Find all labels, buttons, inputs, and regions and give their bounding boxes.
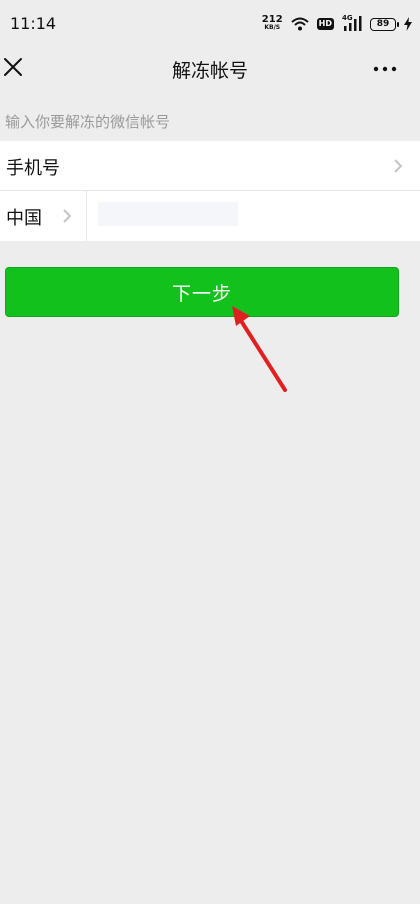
nav-bar: 解冻帐号: [0, 50, 420, 88]
divider: [86, 191, 87, 241]
bolt-icon: [404, 17, 412, 31]
country-selector[interactable]: 中国: [0, 191, 86, 241]
form-hint: 输入你要解冻的微信帐号: [5, 113, 171, 131]
country-label: 中国: [6, 208, 42, 229]
account-type-row[interactable]: 手机号: [0, 141, 420, 191]
net-speed-value: 212: [261, 14, 283, 25]
account-form: 手机号 中国: [0, 141, 420, 241]
annotation-arrow-icon: [232, 306, 287, 392]
status-icons: 212 KB/S HD 4G 89: [262, 14, 412, 34]
more-dots-icon[interactable]: [372, 56, 398, 82]
net-speed-unit: KB/S: [264, 24, 281, 31]
chevron-right-icon: [63, 209, 72, 223]
phone-row: 中国: [0, 191, 420, 241]
status-time: 11:14: [10, 14, 57, 33]
account-type-label: 手机号: [6, 158, 60, 179]
signal-icon: 4G: [342, 14, 362, 32]
net-speed: 212 KB/S: [261, 14, 283, 32]
status-bar: 11:14 212 KB/S HD 4G 89: [0, 0, 420, 50]
battery-level: 89: [376, 19, 390, 29]
page-title: 解冻帐号: [171, 60, 248, 82]
phone-number-input[interactable]: [98, 202, 238, 226]
wifi-icon: [290, 17, 309, 31]
battery-icon: 89: [370, 17, 399, 31]
chevron-right-icon: [394, 159, 403, 173]
hd-badge: HD: [316, 18, 334, 30]
next-step-button[interactable]: 下一步: [5, 267, 399, 317]
